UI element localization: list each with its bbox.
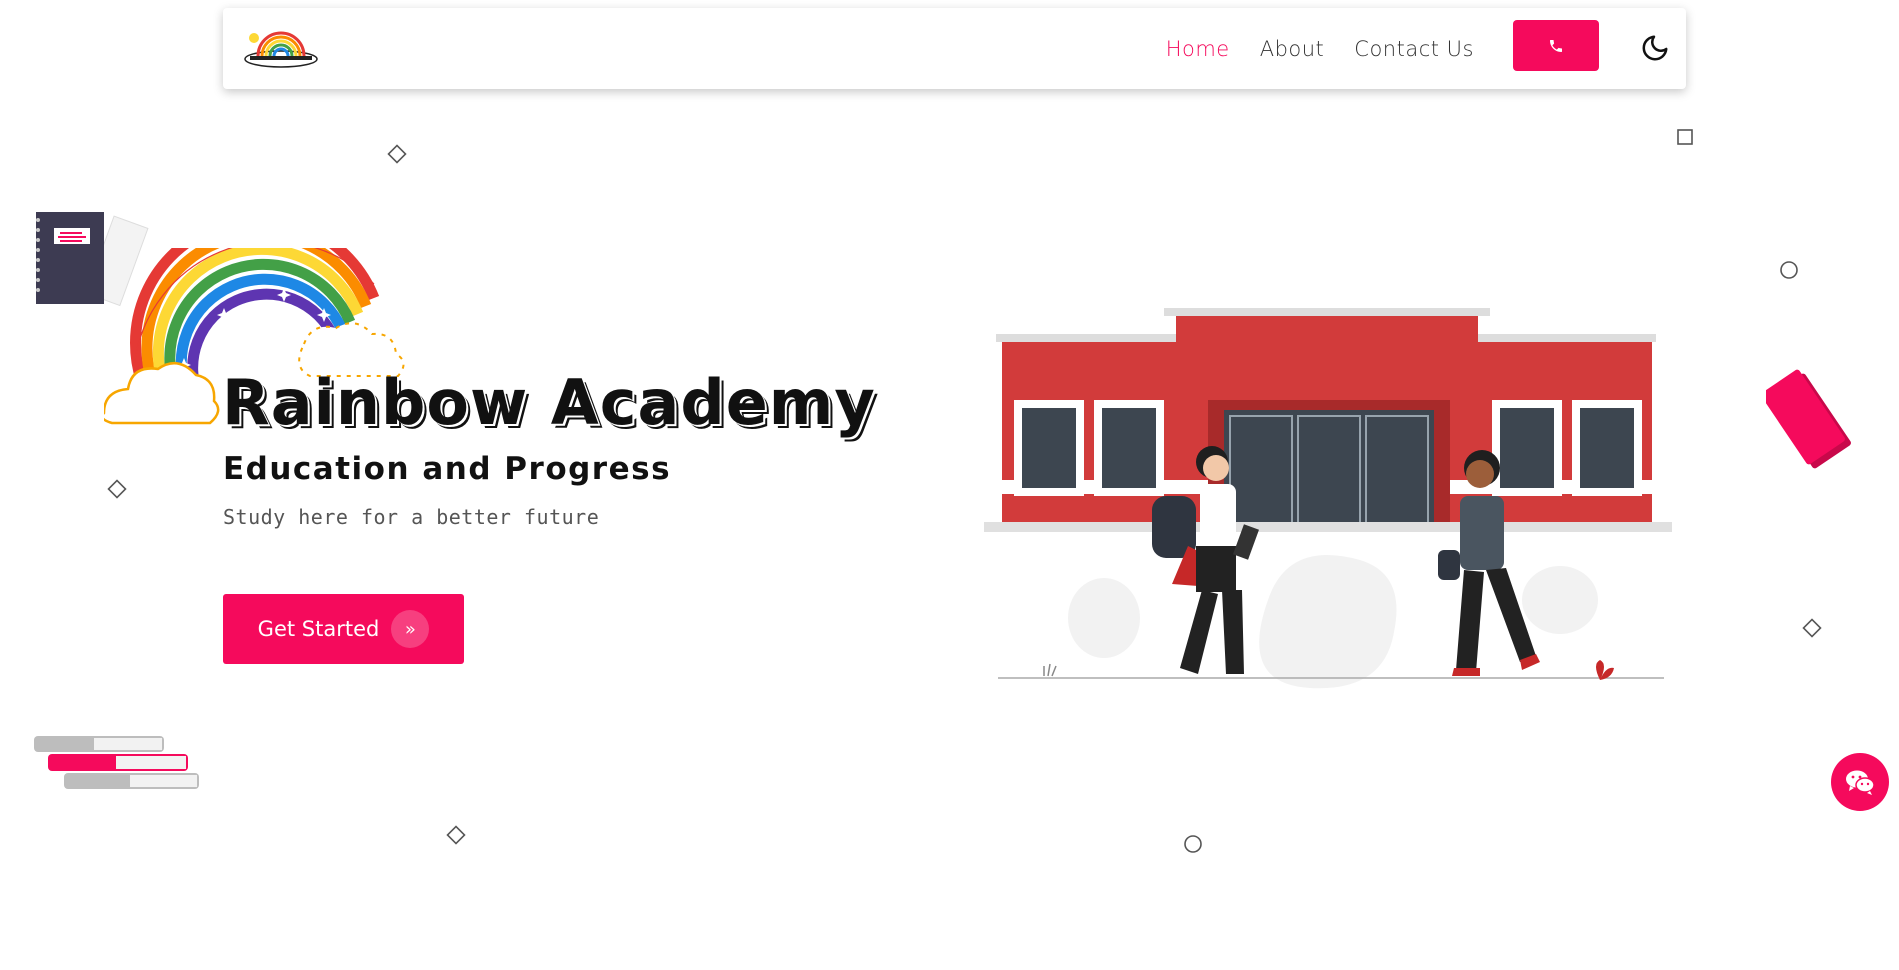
book-illustration [1766, 369, 1851, 469]
hero-tagline: Study here for a better future [223, 505, 600, 529]
nav-contact-link[interactable]: Contact Us [1354, 37, 1474, 61]
navbar: Home About Contact Us [223, 8, 1686, 89]
call-button[interactable] [1513, 20, 1599, 71]
nav-about-link[interactable]: About [1260, 37, 1325, 61]
books-illustration [34, 736, 199, 789]
school-illustration [984, 308, 1672, 689]
moon-icon [1642, 35, 1668, 61]
wechat-icon [1846, 770, 1875, 795]
diamond-shape [1802, 618, 1822, 638]
theme-toggle[interactable] [1637, 30, 1673, 66]
double-chevron-right-icon: » [391, 610, 430, 648]
nav-home-link[interactable]: Home [1166, 37, 1230, 61]
nav-links: Home About Contact Us [1166, 8, 1474, 89]
hero-subtitle: Education and Progress [223, 451, 672, 487]
get-started-button[interactable]: Get Started » [223, 594, 464, 664]
hero-title: Rainbow Academy [222, 366, 876, 439]
circle-shape [1184, 835, 1202, 853]
square-shape [1677, 129, 1693, 145]
diamond-shape [107, 479, 127, 499]
get-started-label: Get Started [257, 617, 380, 641]
wechat-button[interactable] [1831, 753, 1889, 811]
phone-icon [1550, 39, 1562, 52]
brand-logo[interactable] [244, 28, 318, 68]
circle-shape [1780, 261, 1798, 279]
diamond-shape [446, 825, 466, 845]
diamond-shape [387, 144, 407, 164]
